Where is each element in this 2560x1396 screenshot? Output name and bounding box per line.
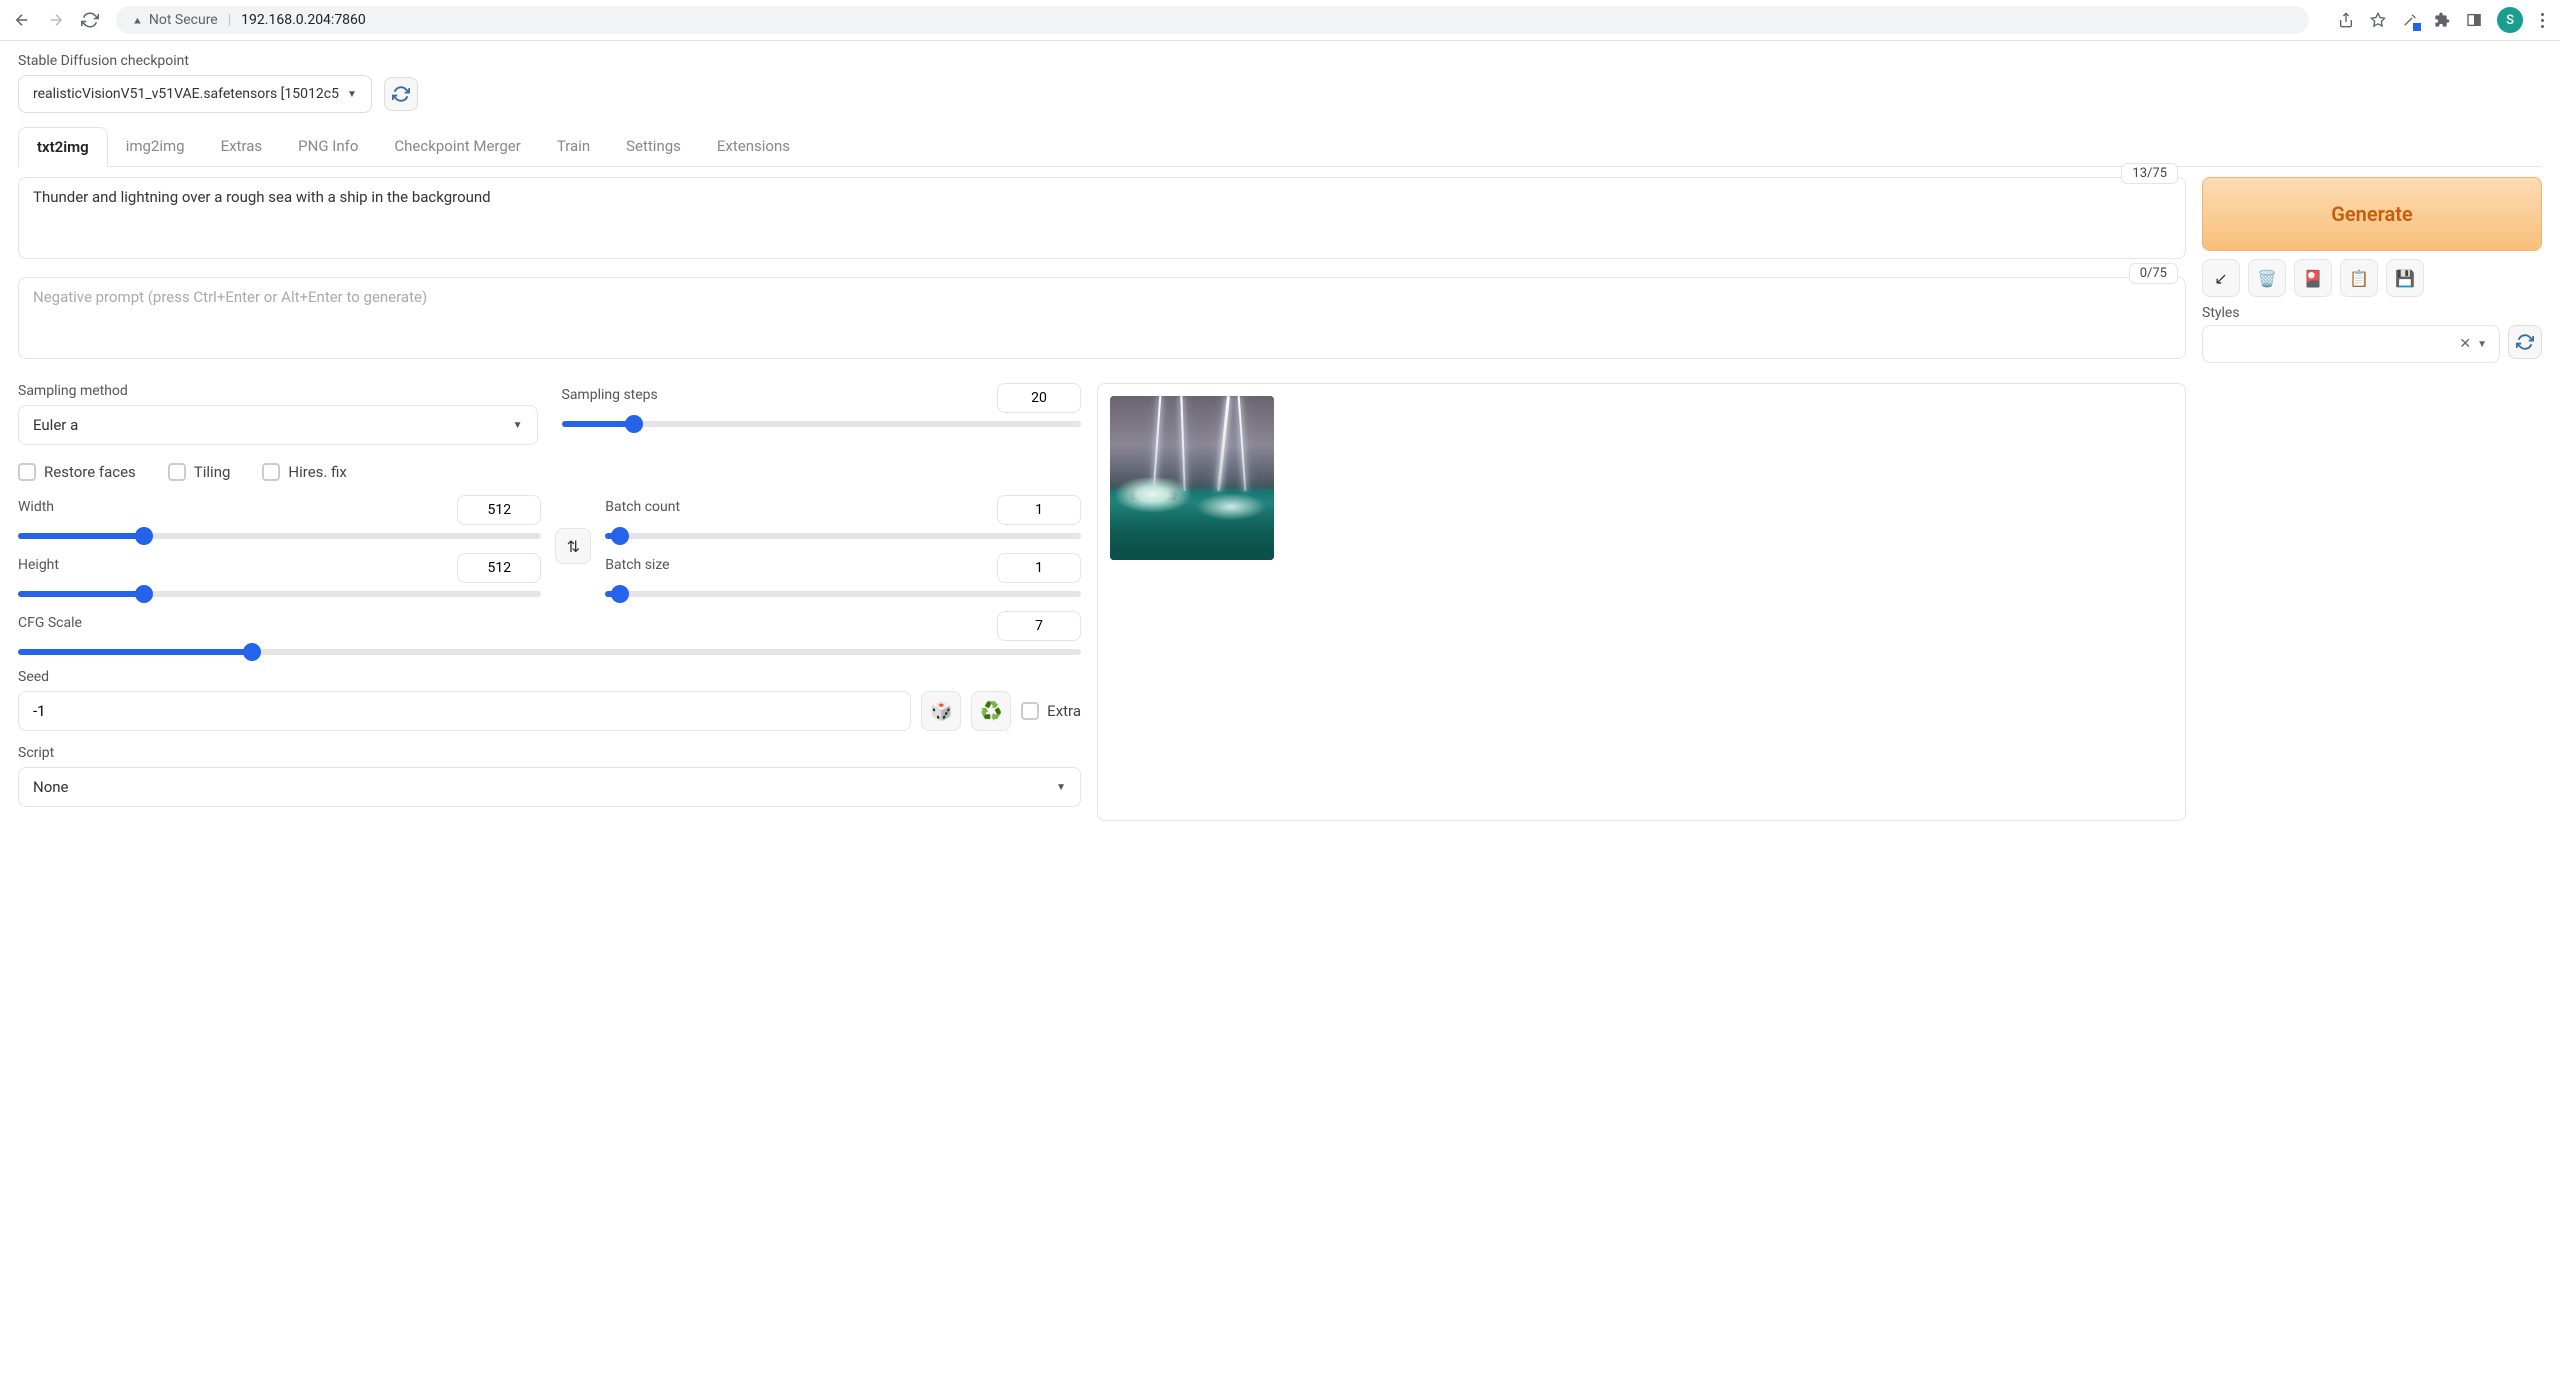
random-seed-button[interactable]: 🎲 — [921, 691, 961, 731]
bookmark-icon[interactable] — [2369, 11, 2387, 29]
refresh-styles-button[interactable] — [2508, 325, 2542, 359]
height-label: Height — [18, 557, 59, 573]
cfg-scale-input[interactable] — [997, 611, 1081, 641]
back-button[interactable] — [12, 10, 32, 30]
swap-dimensions-button[interactable]: ⇅ — [555, 528, 591, 564]
sampling-steps-slider[interactable] — [562, 421, 1082, 427]
tab-txt2img[interactable]: txt2img — [18, 127, 108, 167]
batch-count-label: Batch count — [605, 499, 680, 515]
extension-wand-icon[interactable] — [2401, 11, 2419, 29]
generate-button[interactable]: Generate — [2202, 177, 2542, 251]
script-value: None — [33, 778, 69, 796]
checkpoint-select[interactable]: realisticVisionV51_v51VAE.safetensors [1… — [18, 75, 372, 113]
sampling-method-label: Sampling method — [18, 383, 538, 399]
width-label: Width — [18, 499, 54, 515]
read-params-button[interactable]: ↙ — [2202, 259, 2240, 297]
batch-size-label: Batch size — [605, 557, 669, 573]
chevron-down-icon: ▼ — [347, 89, 357, 100]
reuse-seed-button[interactable]: ♻️ — [971, 691, 1011, 731]
chevron-down-icon: ▼ — [2477, 339, 2487, 350]
height-input[interactable] — [457, 553, 541, 583]
batch-size-input[interactable] — [997, 553, 1081, 583]
tab-train[interactable]: Train — [539, 127, 608, 166]
apply-style-button[interactable]: 📋 — [2340, 259, 2378, 297]
refresh-checkpoint-button[interactable] — [384, 77, 418, 111]
checkpoint-label: Stable Diffusion checkpoint — [18, 53, 2542, 69]
tab-settings[interactable]: Settings — [608, 127, 699, 166]
negative-prompt-input[interactable] — [18, 277, 2186, 359]
seed-input[interactable] — [18, 691, 911, 731]
tab-checkpoint-merger[interactable]: Checkpoint Merger — [376, 127, 538, 166]
tab-img2img[interactable]: img2img — [108, 127, 203, 166]
height-slider[interactable] — [18, 591, 541, 597]
chevron-down-icon: ▼ — [513, 420, 523, 431]
script-label: Script — [18, 745, 1081, 761]
address-bar[interactable]: Not Secure | 192.168.0.204:7860 — [116, 6, 2309, 34]
tab-extensions[interactable]: Extensions — [699, 127, 808, 166]
browser-menu-button[interactable] — [2537, 9, 2548, 32]
hires-fix-checkbox[interactable]: Hires. fix — [262, 463, 346, 481]
forward-button[interactable] — [46, 10, 66, 30]
script-select[interactable]: None ▼ — [18, 767, 1081, 807]
panel-icon[interactable] — [2465, 11, 2483, 29]
extra-networks-button[interactable]: 🎴 — [2294, 259, 2332, 297]
save-style-button[interactable]: 💾 — [2386, 259, 2424, 297]
security-indicator: Not Secure — [132, 12, 218, 28]
reload-button[interactable] — [80, 10, 100, 30]
checkpoint-value: realisticVisionV51_v51VAE.safetensors [1… — [33, 86, 339, 102]
batch-count-slider[interactable] — [605, 533, 1081, 539]
cfg-scale-label: CFG Scale — [18, 615, 82, 631]
tab-png-info[interactable]: PNG Info — [280, 127, 376, 166]
width-slider[interactable] — [18, 533, 541, 539]
sampling-steps-label: Sampling steps — [562, 387, 658, 403]
extensions-icon[interactable] — [2433, 11, 2451, 29]
main-tabs: txt2img img2img Extras PNG Info Checkpoi… — [18, 127, 2542, 167]
styles-select[interactable]: ✕ ▼ — [2202, 325, 2500, 363]
seed-extra-checkbox[interactable]: Extra — [1021, 702, 1081, 720]
chevron-down-icon: ▼ — [1056, 782, 1066, 793]
tiling-checkbox[interactable]: Tiling — [168, 463, 231, 481]
width-input[interactable] — [457, 495, 541, 525]
seed-label: Seed — [18, 669, 1081, 685]
clear-prompt-button[interactable]: 🗑️ — [2248, 259, 2286, 297]
share-icon[interactable] — [2337, 11, 2355, 29]
url-text: 192.168.0.204:7860 — [241, 12, 366, 28]
sampling-steps-input[interactable] — [997, 383, 1081, 413]
batch-size-slider[interactable] — [605, 591, 1081, 597]
prompt-input[interactable] — [18, 177, 2186, 259]
tab-extras[interactable]: Extras — [203, 127, 281, 166]
close-icon[interactable]: ✕ — [2459, 336, 2471, 352]
sampling-method-select[interactable]: Euler a ▼ — [18, 405, 538, 445]
restore-faces-checkbox[interactable]: Restore faces — [18, 463, 136, 481]
generated-image[interactable] — [1110, 396, 1274, 560]
browser-toolbar: Not Secure | 192.168.0.204:7860 S — [0, 0, 2560, 41]
prompt-token-count: 13/75 — [2121, 163, 2178, 184]
sampling-method-value: Euler a — [33, 416, 78, 434]
negative-token-count: 0/75 — [2129, 263, 2178, 284]
styles-label: Styles — [2202, 305, 2542, 321]
profile-avatar[interactable]: S — [2497, 7, 2523, 33]
cfg-scale-slider[interactable] — [18, 649, 1081, 655]
output-gallery — [1097, 383, 2186, 821]
batch-count-input[interactable] — [997, 495, 1081, 525]
